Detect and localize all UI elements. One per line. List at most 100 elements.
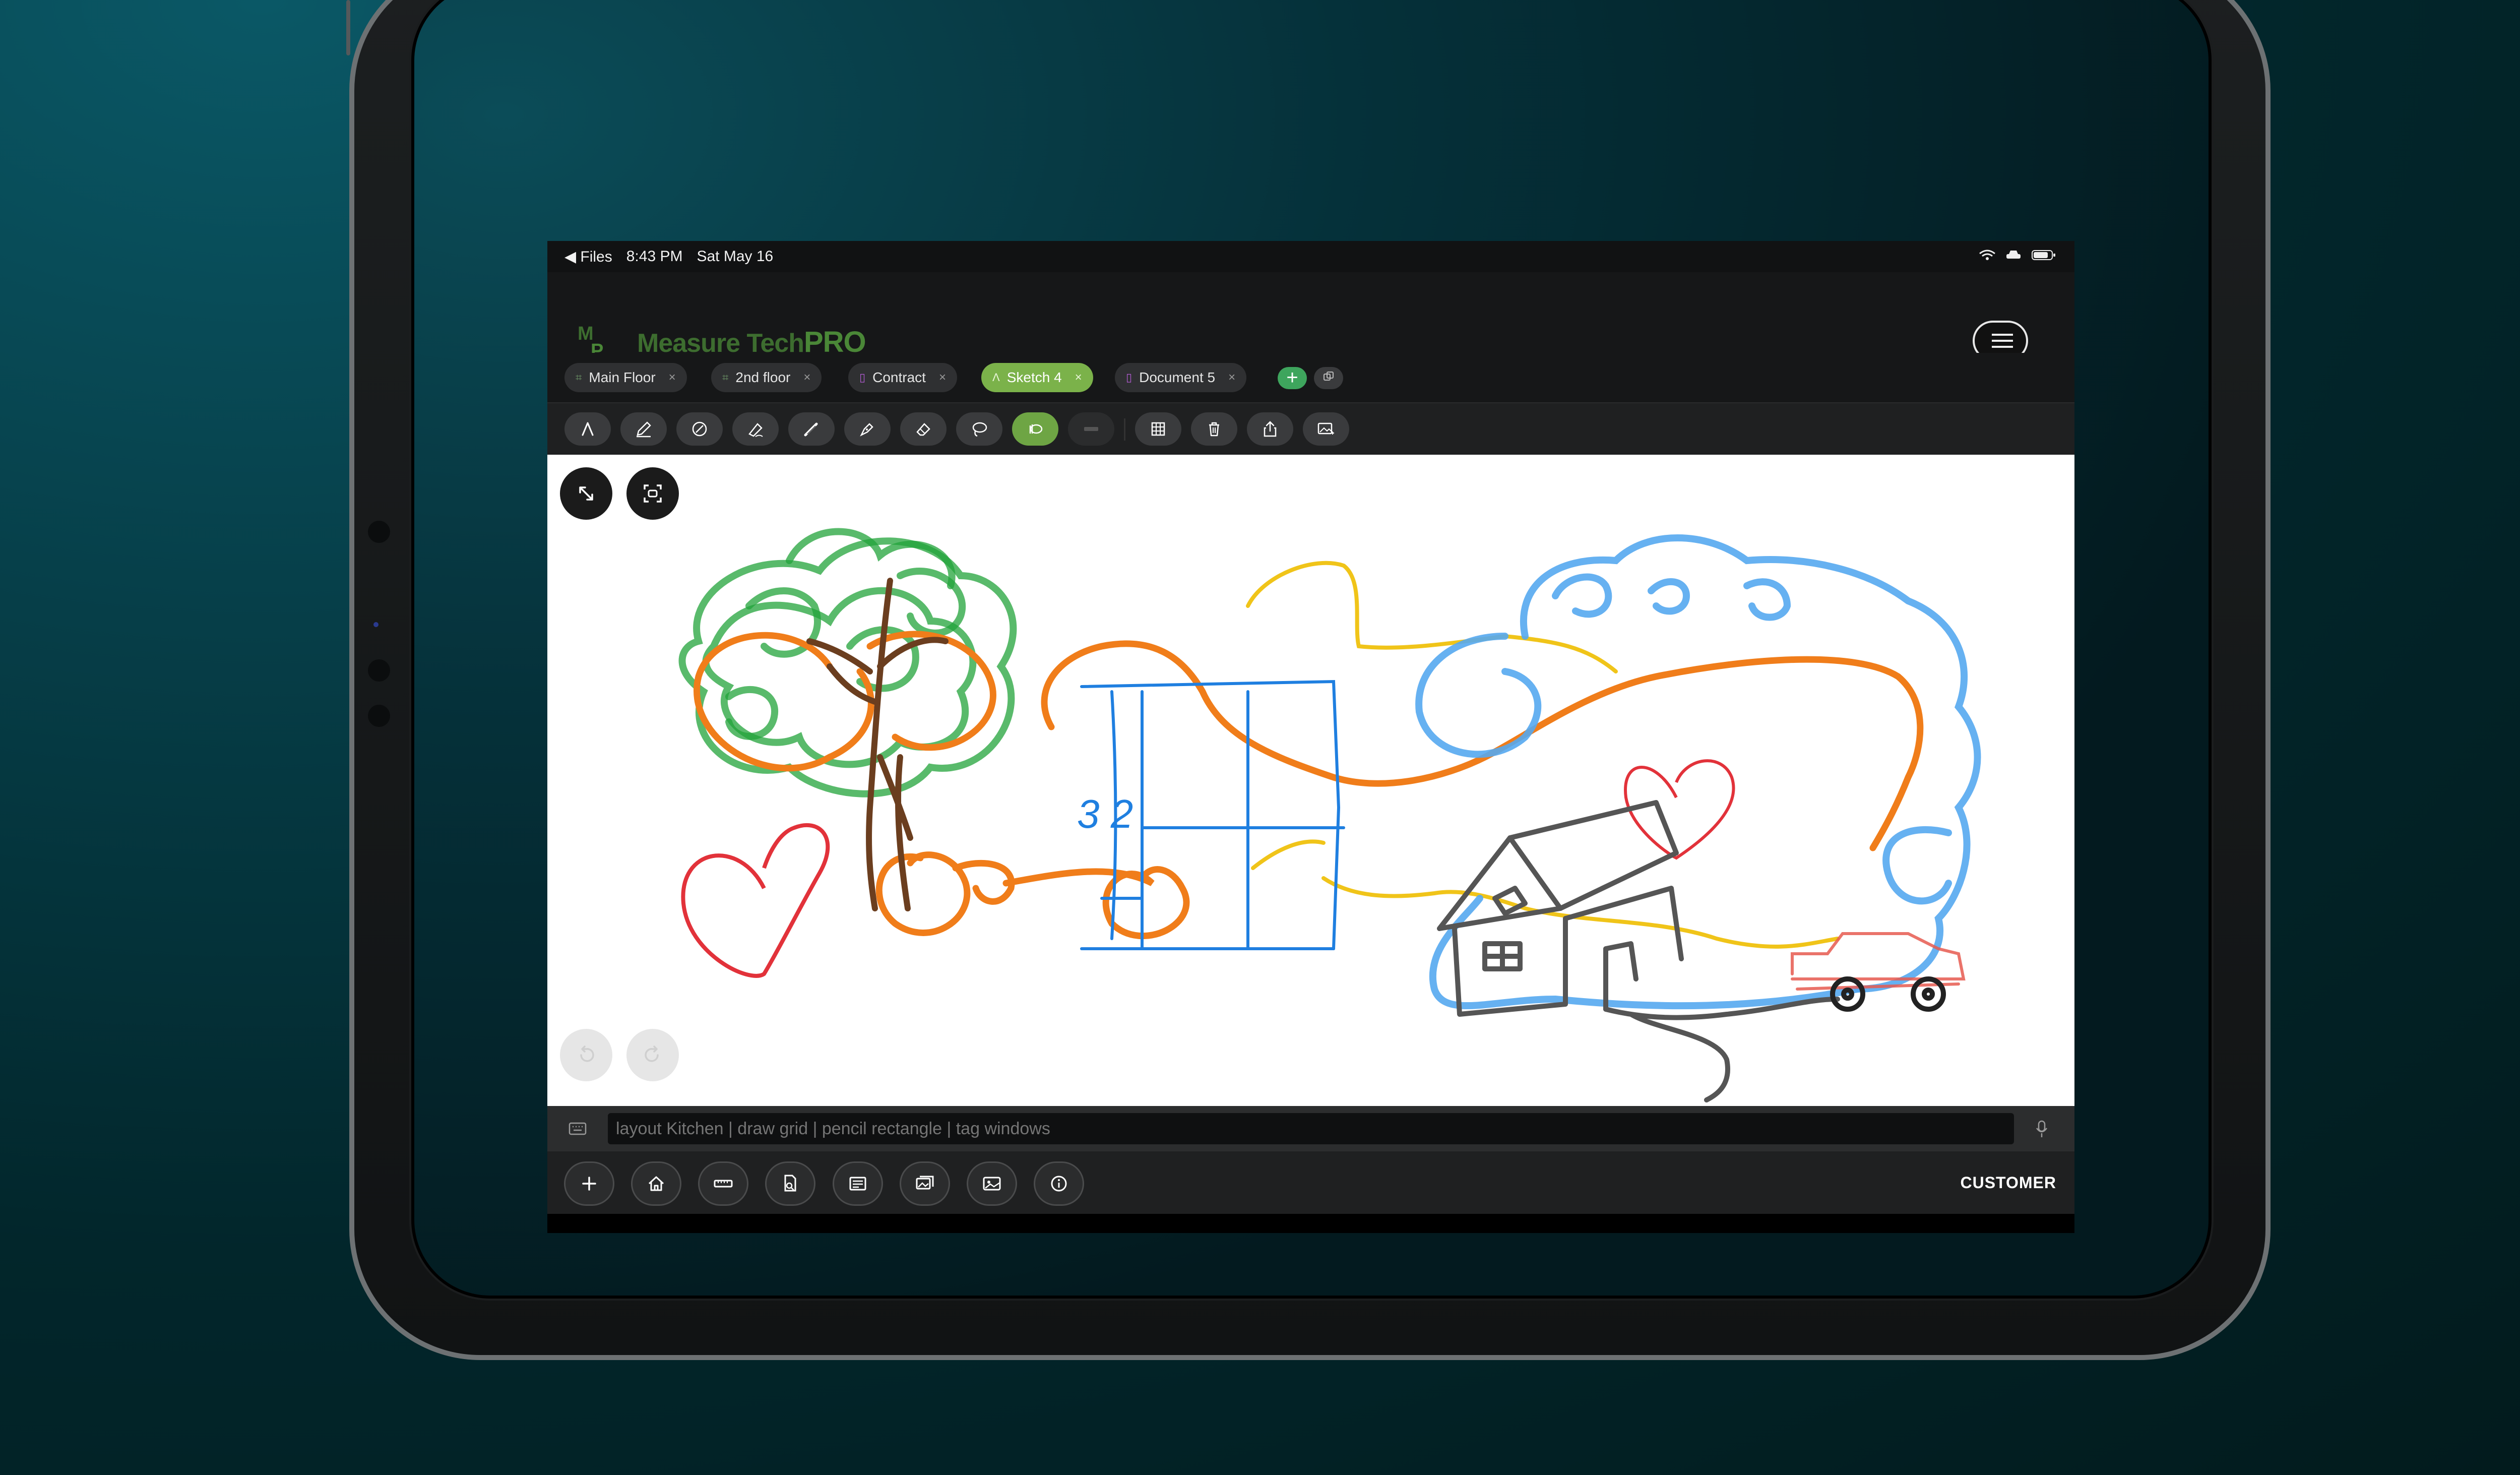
lasso-tool[interactable] <box>956 412 1002 446</box>
photo-card-button[interactable] <box>967 1161 1017 1206</box>
indicator-light <box>373 622 379 627</box>
marker-icon <box>748 423 763 437</box>
device-button-dot <box>368 659 390 682</box>
drawing-canvas[interactable]: 3 2 <box>547 455 2074 1106</box>
close-icon[interactable]: × <box>1075 371 1082 385</box>
command-input[interactable] <box>608 1113 2014 1144</box>
tab-sketch-4[interactable]: Λ Sketch 4 × <box>981 363 1093 392</box>
brush-icon <box>804 422 818 437</box>
image-icon <box>1317 422 1334 435</box>
redo-icon <box>645 1046 659 1062</box>
lasso-icon <box>972 422 987 437</box>
tab-label: Contract <box>872 370 926 385</box>
hand-lasso-tool[interactable] <box>1012 412 1058 446</box>
sketch-drawing: 3 2 <box>678 528 1981 1102</box>
device-button-dot <box>368 705 390 727</box>
tab-contract[interactable]: ▯ Contract × <box>848 363 957 392</box>
add-tab-button[interactable]: + <box>1278 367 1307 389</box>
app-window: ◀ Files 8:43 PM Sat May 16 M P Measure T… <box>547 241 2074 1233</box>
status-time: 8:43 PM <box>626 248 683 265</box>
close-icon[interactable]: × <box>669 371 676 385</box>
camera-dot <box>368 521 390 543</box>
bottom-action-bar: CUSTOMER <box>547 1151 2074 1214</box>
grid-icon: ⌗ <box>722 371 729 384</box>
tab-label: 2nd floor <box>735 370 791 385</box>
status-date: Sat May 16 <box>697 248 774 265</box>
ruler-icon <box>714 1180 733 1188</box>
pen-tip-tool[interactable] <box>564 412 611 446</box>
house-strokes <box>1437 800 1840 1102</box>
toolbar-divider <box>1124 418 1125 441</box>
pen-tip-icon <box>582 422 594 436</box>
tab-label: Main Floor <box>589 370 656 385</box>
redo-button[interactable] <box>626 1029 679 1081</box>
tab-document-5[interactable]: ▯ Document 5 × <box>1115 363 1247 392</box>
undo-button[interactable] <box>560 1029 612 1081</box>
document-icon: ▯ <box>1126 371 1132 384</box>
grid-icon: ⌗ <box>576 371 582 384</box>
tab-label: Sketch 4 <box>1006 370 1062 385</box>
insert-image-button[interactable] <box>1303 412 1349 446</box>
marker-tool[interactable] <box>732 412 779 446</box>
document-icon: ▯ <box>859 371 866 384</box>
app-bottom-strip <box>547 1214 2074 1233</box>
app-header: M P Measure TechPRO <box>547 272 2074 363</box>
microphone-icon[interactable] <box>2034 1119 2049 1139</box>
back-to-files-link[interactable]: ◀ Files <box>564 248 612 266</box>
trash-icon <box>1209 422 1219 437</box>
wifi-icon <box>1979 250 1995 260</box>
battery-icon <box>2032 250 2055 260</box>
share-icon <box>1264 421 1277 437</box>
close-icon[interactable]: × <box>939 371 946 385</box>
keyboard-icon <box>569 1122 587 1135</box>
plus-icon <box>582 1177 596 1191</box>
gallery-icon <box>916 1176 934 1190</box>
gallery-button[interactable] <box>900 1161 950 1206</box>
measure-button[interactable] <box>698 1161 748 1206</box>
share-button[interactable] <box>1247 412 1293 446</box>
info-icon <box>1051 1176 1067 1192</box>
close-icon[interactable]: × <box>1228 371 1235 385</box>
hand-lasso-icon <box>1029 424 1043 434</box>
forms-button[interactable] <box>833 1161 883 1206</box>
add-button[interactable] <box>564 1161 614 1206</box>
document-search-icon <box>784 1175 796 1192</box>
grid-icon <box>1151 422 1165 436</box>
fit-to-screen-button[interactable] <box>560 467 612 520</box>
status-bar: ◀ Files 8:43 PM Sat May 16 <box>547 241 2074 272</box>
command-bar <box>547 1106 2074 1151</box>
tree-canopy-strokes <box>678 528 1017 797</box>
info-button[interactable] <box>1034 1161 1084 1206</box>
document-search-button[interactable] <box>765 1161 815 1206</box>
pencil-tool[interactable] <box>620 412 667 446</box>
focus-view-button[interactable] <box>626 467 679 520</box>
tab-2nd-floor[interactable]: ⌗ 2nd floor × <box>711 363 822 392</box>
cloud-strokes <box>1415 534 1981 1010</box>
grid-tool[interactable] <box>1135 412 1181 446</box>
tab-label: Document 5 <box>1139 370 1216 385</box>
customer-button[interactable]: CUSTOMER <box>1960 1174 2056 1192</box>
eraser-icon <box>916 423 930 436</box>
delete-button[interactable] <box>1191 412 1237 446</box>
eraser-tool[interactable] <box>900 412 947 446</box>
home-button[interactable] <box>631 1161 681 1206</box>
measurement-label: 3 2 <box>1077 791 1133 836</box>
ruler-tool[interactable] <box>1068 412 1114 446</box>
fountain-pen-icon <box>860 423 873 437</box>
brush-tool[interactable] <box>788 412 835 446</box>
pencil-icon <box>637 421 651 438</box>
home-icon <box>648 1176 664 1191</box>
document-tabs: ⌗ Main Floor × ⌗ 2nd floor × ▯ Contract … <box>547 353 2074 403</box>
ruler-icon <box>1084 427 1098 431</box>
highlighter-circle-icon <box>692 421 707 437</box>
fountain-pen-tool[interactable] <box>844 412 891 446</box>
copy-icon <box>1324 372 1334 381</box>
device-top-button <box>346 0 350 55</box>
expand-arrows-icon <box>579 486 593 501</box>
tab-main-floor[interactable]: ⌗ Main Floor × <box>564 363 687 392</box>
highlighter-tool[interactable] <box>676 412 723 446</box>
duplicate-tab-button[interactable] <box>1314 367 1343 389</box>
car-icon <box>2006 251 2021 259</box>
camera-card-icon <box>983 1177 1001 1191</box>
close-icon[interactable]: × <box>803 371 810 385</box>
